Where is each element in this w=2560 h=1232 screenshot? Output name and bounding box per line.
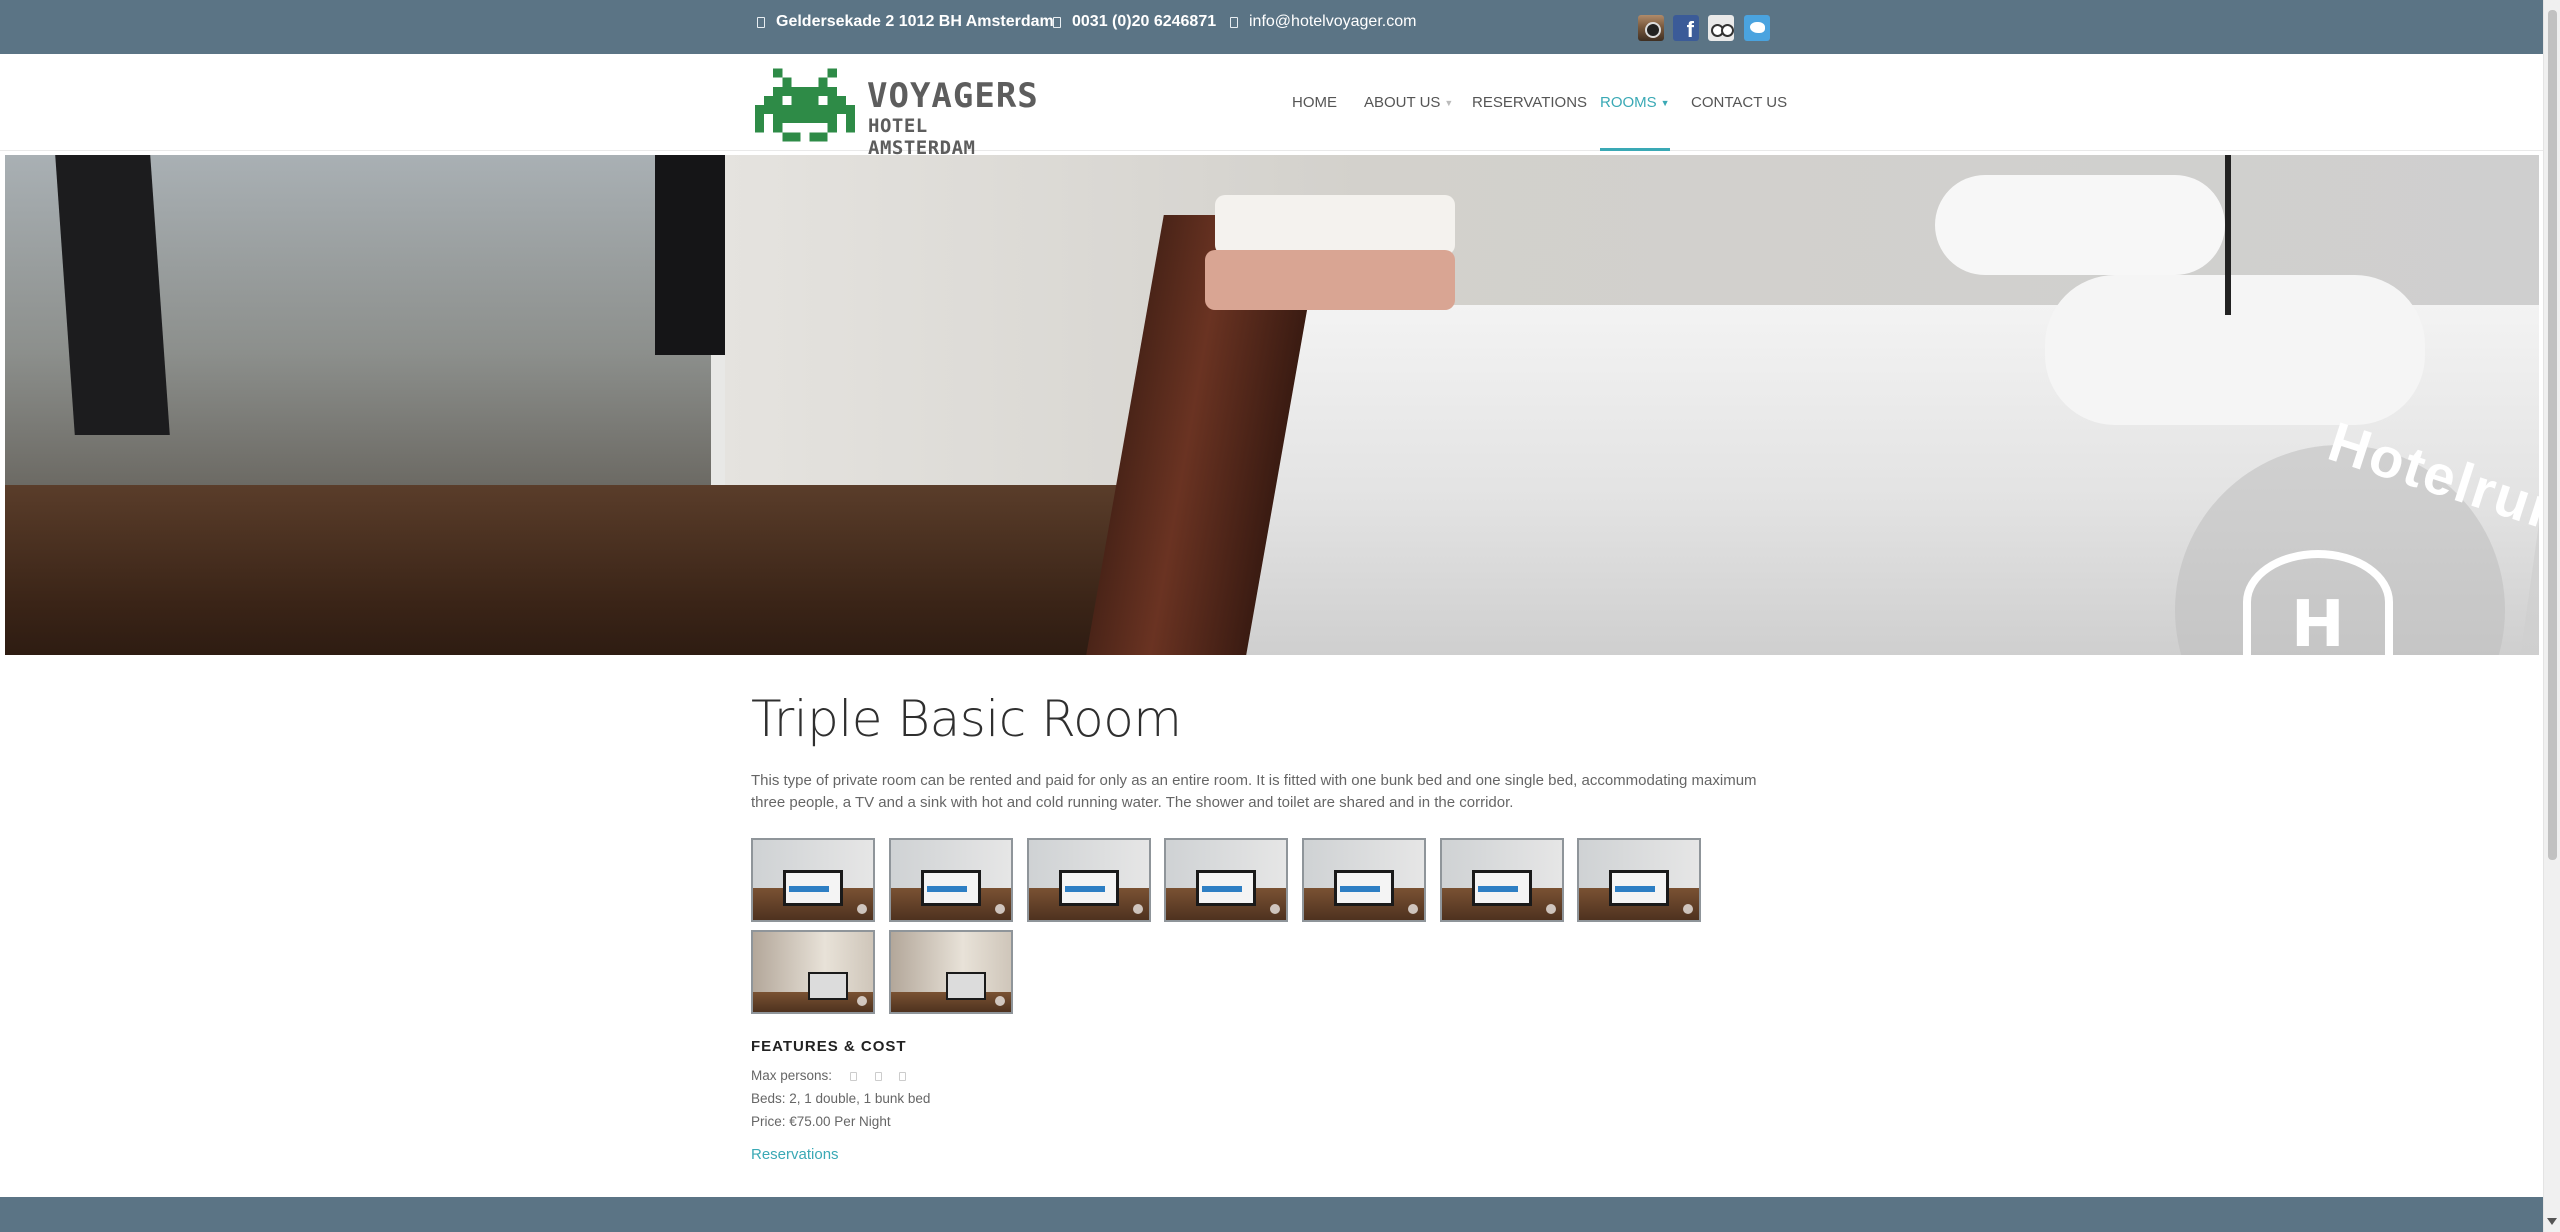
hero-towel bbox=[1215, 195, 1455, 255]
scroll-down-arrow-icon[interactable] bbox=[2547, 1218, 2557, 1225]
gallery-thumbnail[interactable] bbox=[751, 838, 875, 922]
logo-subtitle: HOTEL AMSTERDAM bbox=[868, 115, 976, 159]
facebook-icon[interactable]: f bbox=[1673, 15, 1699, 41]
email-icon bbox=[1230, 16, 1238, 28]
chevron-down-icon: ▼ bbox=[1660, 97, 1670, 108]
max-persons-label: Max persons: bbox=[751, 1068, 833, 1083]
nav-home[interactable]: HOME bbox=[1292, 54, 1337, 151]
address-info: Geldersekade 2 1012 BH Amsterdam bbox=[757, 0, 1054, 44]
hero-pillow bbox=[1935, 175, 2225, 275]
person-icon bbox=[849, 1071, 857, 1081]
space-invader-logo-icon bbox=[755, 68, 855, 142]
instagram-icon[interactable] bbox=[1638, 15, 1664, 41]
gallery-thumbnail[interactable] bbox=[1577, 838, 1701, 922]
hero-bed-rails bbox=[2225, 155, 2539, 315]
nav-contact-label: CONTACT US bbox=[1691, 94, 1788, 111]
beds-info: Beds: 2, 1 double, 1 bunk bed bbox=[751, 1091, 931, 1106]
phone-text: 0031 (0)20 6246871 bbox=[1072, 13, 1217, 30]
scrollbar-thumb[interactable] bbox=[2548, 10, 2557, 860]
address-text: Geldersekade 2 1012 BH Amsterdam bbox=[776, 13, 1054, 30]
reservations-link[interactable]: Reservations bbox=[751, 1146, 839, 1163]
hotel-logo[interactable]: VOYAGERS HOTEL AMSTERDAM bbox=[755, 68, 1045, 159]
person-icon bbox=[899, 1071, 907, 1081]
hero-curtain bbox=[655, 155, 725, 355]
max-persons-row: Max persons: bbox=[751, 1068, 907, 1083]
room-hero-image: Hotelrun H bbox=[5, 155, 2539, 655]
hero-towel bbox=[1205, 250, 1455, 310]
gallery-thumbnail[interactable] bbox=[889, 838, 1013, 922]
gallery-thumbnail[interactable] bbox=[889, 930, 1013, 1014]
phone-icon bbox=[1053, 16, 1061, 28]
nav-rooms-label: ROOMS bbox=[1600, 94, 1657, 111]
page-scrollbar[interactable] bbox=[2543, 0, 2560, 1232]
top-info-bar: Geldersekade 2 1012 BH Amsterdam 0031 (0… bbox=[0, 0, 2543, 54]
nav-home-label: HOME bbox=[1292, 94, 1337, 111]
email-info[interactable]: info@hotelvoyager.com bbox=[1230, 0, 1416, 44]
watermark-house-icon: H bbox=[2243, 550, 2393, 655]
room-description: This type of private room can be rented … bbox=[751, 772, 1757, 811]
nav-reservations[interactable]: RESERVATIONS bbox=[1472, 54, 1587, 151]
nav-reservations-label: RESERVATIONS bbox=[1472, 94, 1588, 111]
email-link[interactable]: info@hotelvoyager.com bbox=[1249, 13, 1416, 31]
nav-contact-us[interactable]: CONTACT US bbox=[1691, 54, 1787, 151]
logo-title: VOYAGERS bbox=[867, 76, 1039, 116]
location-icon bbox=[757, 16, 765, 28]
features-heading: FEATURES & COST bbox=[751, 1038, 907, 1055]
nav-about-label: ABOUT US bbox=[1364, 94, 1441, 111]
page-title: Triple Basic Room bbox=[751, 690, 1182, 748]
site-footer bbox=[0, 1197, 2543, 1232]
twitter-icon[interactable] bbox=[1744, 15, 1770, 41]
gallery-thumbnail[interactable] bbox=[751, 930, 875, 1014]
gallery-thumbnail[interactable] bbox=[1440, 838, 1564, 922]
gallery-thumbnail[interactable] bbox=[1027, 838, 1151, 922]
nav-about-us[interactable]: ABOUT US ▼ bbox=[1364, 54, 1453, 151]
tripadvisor-icon[interactable] bbox=[1708, 15, 1734, 41]
watermark-letter: H bbox=[2291, 588, 2345, 655]
site-header: VOYAGERS HOTEL AMSTERDAM HOME ABOUT US ▼ … bbox=[0, 54, 2543, 159]
phone-info: 0031 (0)20 6246871 bbox=[1053, 0, 1216, 44]
price-info: Price: €75.00 Per Night bbox=[751, 1114, 891, 1129]
gallery-thumbnail[interactable] bbox=[1164, 838, 1288, 922]
chevron-down-icon: ▼ bbox=[1444, 97, 1454, 108]
person-icon bbox=[874, 1071, 882, 1081]
gallery-thumbnail[interactable] bbox=[1302, 838, 1426, 922]
hero-curtain bbox=[55, 155, 170, 435]
nav-rooms[interactable]: ROOMS ▼ bbox=[1600, 54, 1670, 151]
